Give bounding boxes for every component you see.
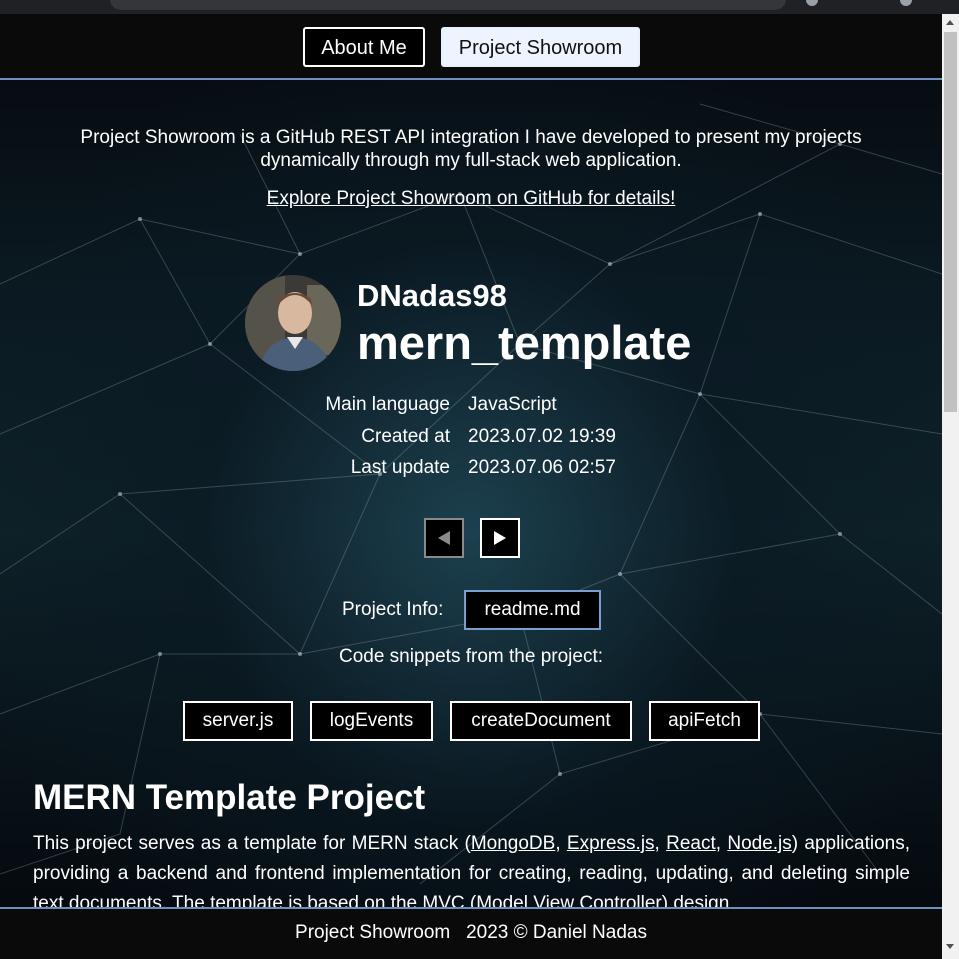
address-bar[interactable] <box>110 0 786 10</box>
snippet-create-document-button[interactable]: createDocument <box>450 701 632 741</box>
meta-row-language: Main language JavaScript <box>0 394 942 418</box>
profile-avatar-icon[interactable] <box>900 0 912 6</box>
footer: Project Showroom 2023 © Daniel Nadas <box>0 907 942 959</box>
top-navbar: About Me Project Showroom <box>0 14 942 80</box>
meta-label: Last update <box>350 457 450 478</box>
meta-label: Created at <box>361 426 450 447</box>
snippet-log-events-button[interactable]: logEvents <box>310 701 433 741</box>
repo-owner: DNadas98 <box>357 278 507 313</box>
readme-body-start: This project serves as a template for ME… <box>33 833 471 854</box>
meta-row-updated: Last update 2023.07.06 02:57 <box>0 457 942 481</box>
expressjs-link[interactable]: Express.js <box>567 833 655 854</box>
github-link[interactable]: Explore Project Showroom on GitHub for d… <box>0 188 942 210</box>
meta-value: 2023.07.06 02:57 <box>468 457 616 478</box>
browser-chrome <box>0 0 959 14</box>
snippets-label: Code snippets from the project: <box>338 646 604 667</box>
readme-body: This project serves as a template for ME… <box>33 833 911 914</box>
repo-name: mern_template <box>357 316 692 369</box>
nodejs-link[interactable]: Node.js <box>727 833 791 854</box>
page-scrollbar[interactable] <box>942 14 959 959</box>
meta-label: Main language <box>325 394 450 415</box>
react-link[interactable]: React <box>666 833 716 854</box>
snippet-api-fetch-button[interactable]: apiFetch <box>649 701 760 741</box>
readme-title: MERN Template Project <box>33 778 426 817</box>
meta-value: JavaScript <box>468 394 557 415</box>
project-showroom-button[interactable]: Project Showroom <box>441 27 640 67</box>
page-viewport: About Me Project Showroom Project Showro… <box>0 14 942 959</box>
avatar <box>245 275 341 371</box>
triangle-right-icon <box>494 531 506 545</box>
scrollbar-thumb[interactable] <box>944 32 957 412</box>
project-info-label: Project Info: <box>342 599 444 620</box>
previous-repo-button[interactable] <box>424 518 464 558</box>
meta-row-created: Created at 2023.07.02 19:39 <box>0 426 942 450</box>
mongodb-link[interactable]: MongoDB <box>471 833 556 854</box>
extension-icon[interactable] <box>806 0 818 6</box>
snippet-server-js-button[interactable]: server.js <box>183 701 293 741</box>
triangle-left-icon <box>438 531 450 545</box>
meta-value: 2023.07.02 19:39 <box>468 426 616 447</box>
scroll-down-arrow-icon[interactable] <box>946 944 954 949</box>
next-repo-button[interactable] <box>480 518 520 558</box>
intro-text: Project Showroom is a GitHub REST API in… <box>80 127 862 171</box>
readme-button[interactable]: readme.md <box>464 590 601 630</box>
scroll-up-arrow-icon[interactable] <box>946 20 954 25</box>
user-photo-icon <box>245 275 341 371</box>
about-me-button[interactable]: About Me <box>303 27 425 67</box>
